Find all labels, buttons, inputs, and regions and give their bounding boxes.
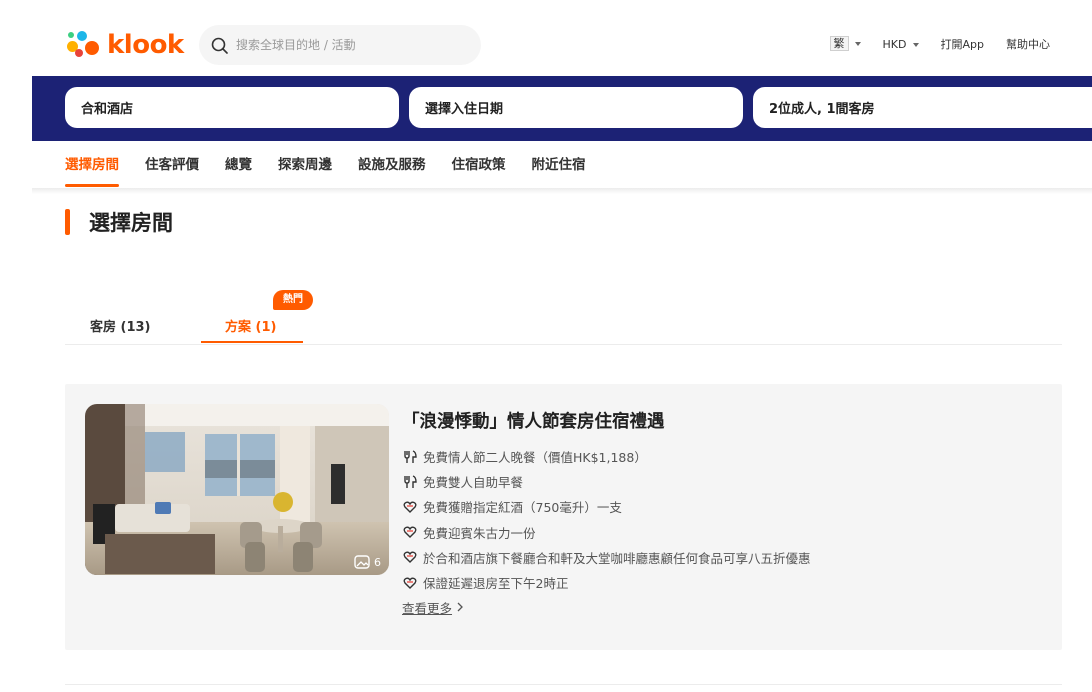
room-type-tabs: 客房 (13) 方案 (1): [65, 300, 1062, 345]
hotel-room-image: [85, 404, 389, 575]
dining-icon: [402, 449, 417, 464]
perk-list: 免費情人節二人晚餐（價值HK$1,188） 免費雙人自助早餐 免費獲贈指定紅酒（…: [402, 444, 811, 619]
chevron-right-icon: [457, 602, 463, 612]
perk-item: 免費情人節二人晚餐（價值HK$1,188）: [402, 444, 811, 469]
klook-logo[interactable]: klook: [65, 27, 184, 63]
perk-item: 於合和酒店旗下餐廳合和軒及大堂咖啡廳惠顧任何食品可享八五折優惠: [402, 545, 811, 570]
chevron-down-icon: [912, 42, 919, 47]
logo-mark-icon: [65, 27, 101, 63]
perk-item: 免費獲贈指定紅酒（750毫升）一支: [402, 494, 811, 519]
help-center-link[interactable]: 幫助中心: [1006, 36, 1050, 52]
tab-rooms[interactable]: 客房 (13): [90, 316, 151, 335]
chevron-down-icon: [854, 42, 861, 46]
guests-rooms-field[interactable]: 2位成人, 1間客房: [753, 87, 1092, 128]
search-icon: [211, 37, 228, 54]
subnav-item-reviews[interactable]: 住客評價: [145, 141, 199, 189]
gift-heart-icon: [402, 499, 417, 514]
subnav-item-policies[interactable]: 住宿政策: [452, 141, 506, 189]
perk-item: 免費迎賓朱古力一份: [402, 520, 811, 545]
subnav-item-rooms[interactable]: 選擇房間: [65, 141, 119, 189]
gift-heart-icon: [402, 525, 417, 540]
subnav-item-explore[interactable]: 探索周邊: [278, 141, 332, 189]
divider: [65, 684, 1062, 685]
subnav-divider: [32, 188, 1092, 194]
gift-heart-icon: [402, 550, 417, 565]
language-selector[interactable]: 繁: [829, 36, 861, 51]
subnav-item-facilities[interactable]: 設施及服務: [358, 141, 426, 189]
currency-selector[interactable]: HKD: [883, 38, 919, 51]
search-input[interactable]: [236, 38, 456, 52]
perk-item: 免費雙人自助早餐: [402, 469, 811, 494]
subnav-item-overview[interactable]: 總覽: [225, 141, 252, 189]
open-app-link[interactable]: 打開App: [941, 36, 985, 52]
booking-bar: 合和酒店 選擇入住日期 2位成人, 1間客房: [32, 76, 1092, 141]
see-more-link[interactable]: 查看更多: [402, 595, 464, 619]
dining-icon: [402, 474, 417, 489]
header-nav: 繁 HKD 打開App 幫助中心: [829, 36, 1050, 52]
checkin-date-field[interactable]: 選擇入住日期: [409, 87, 743, 128]
package-title[interactable]: 「浪漫悸動」情人節套房住宿禮遇: [402, 408, 665, 433]
gallery-icon: [354, 555, 370, 569]
hotel-field[interactable]: 合和酒店: [65, 87, 399, 128]
package-photo[interactable]: 6: [85, 404, 389, 575]
search-bar[interactable]: [199, 25, 481, 65]
perk-item: 保證延遲退房至下午2時正: [402, 570, 811, 595]
gift-heart-icon: [402, 575, 417, 590]
top-header: klook 繁 HKD 打開App 幫助中心: [0, 0, 1092, 76]
section-title: 選擇房間: [89, 211, 173, 235]
tab-active-indicator: [201, 341, 303, 343]
photo-count: 6: [354, 555, 381, 569]
tab-packages[interactable]: 方案 (1): [225, 316, 276, 335]
subnav-item-nearby[interactable]: 附近住宿: [532, 141, 586, 189]
logo-text: klook: [107, 30, 184, 60]
section-nav: 選擇房間 住客評價 總覽 探索周邊 設施及服務 住宿政策 附近住宿: [65, 141, 1065, 189]
package-card[interactable]: 6 「浪漫悸動」情人節套房住宿禮遇 免費情人節二人晚餐（價值HK$1,188） …: [65, 384, 1062, 650]
section-accent-bar: [65, 209, 70, 235]
